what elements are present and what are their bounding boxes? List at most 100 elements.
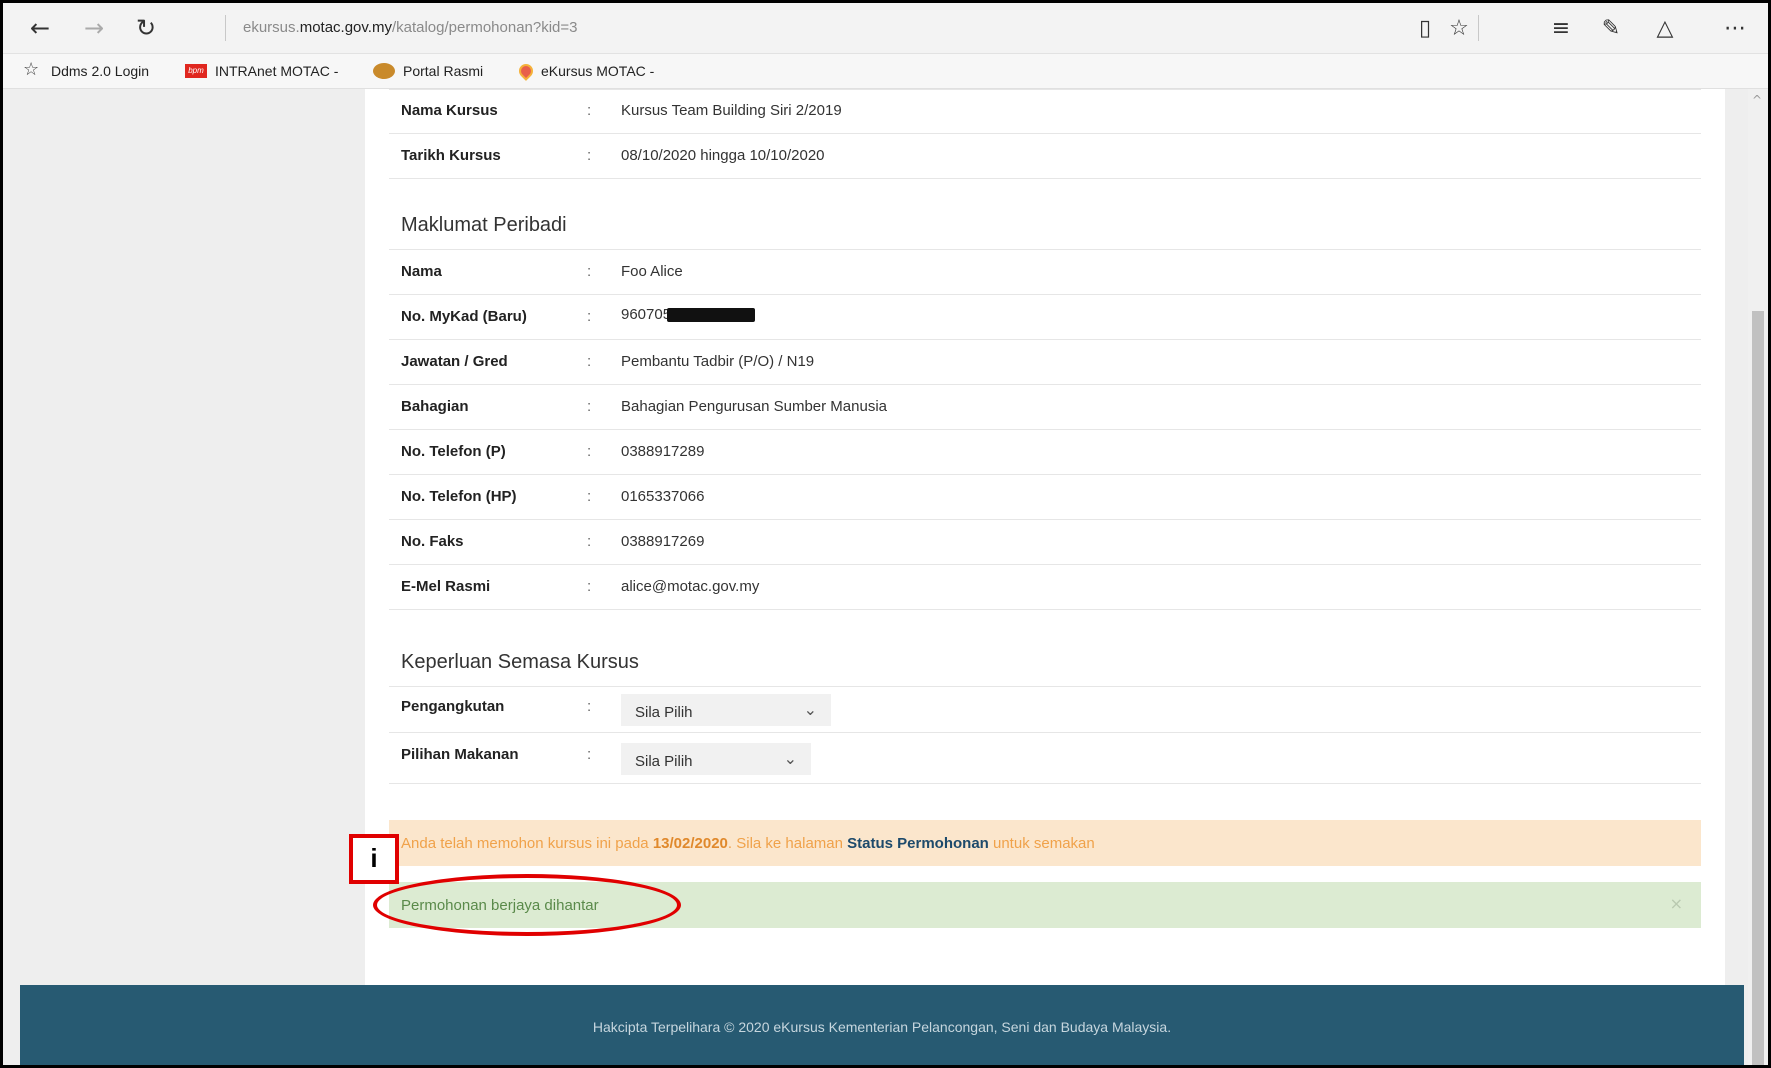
select-value: Sila Pilih bbox=[635, 704, 693, 721]
row-emel: E-Mel Rasmi : alice@motac.gov.my bbox=[389, 565, 1701, 610]
footer-copyright: Hakcipta Terpelihara © 2020 eKursus Keme… bbox=[592, 1019, 1172, 1035]
url-prefix: ekursus. bbox=[243, 19, 300, 36]
field-value: Kursus Team Building Siri 2/2019 bbox=[621, 102, 842, 119]
row-faks: No. Faks : 0388917269 bbox=[389, 520, 1701, 565]
share-icon[interactable]: △ bbox=[1649, 13, 1681, 43]
pengangkutan-select[interactable]: Sila Pilih ⌄ bbox=[621, 694, 831, 726]
back-arrow-icon[interactable]: ← bbox=[23, 12, 57, 44]
field-label: Pengangkutan bbox=[401, 698, 505, 715]
field-colon: : bbox=[587, 578, 592, 595]
status-permohonan-link[interactable]: Status Permohonan bbox=[847, 835, 989, 852]
field-value: Foo Alice bbox=[621, 263, 683, 280]
favorites-star-icon: ☆ bbox=[23, 59, 40, 80]
section-divider bbox=[389, 639, 1701, 687]
field-value: 0388917269 bbox=[621, 533, 705, 550]
warning-text: . Sila ke halaman bbox=[727, 835, 848, 852]
favorite-star-icon[interactable]: ☆ bbox=[1443, 13, 1475, 43]
field-label: No. Faks bbox=[401, 533, 464, 550]
browser-window: ← → ↻ ekursus.motac.gov.my/katalog/permo… bbox=[3, 3, 1768, 1065]
row-nama-kursus: Nama Kursus : Kursus Team Building Siri … bbox=[389, 89, 1701, 134]
favorite-portal-rasmi[interactable]: Portal Rasmi bbox=[373, 63, 483, 79]
favorite-label: Ddms 2.0 Login bbox=[51, 63, 150, 79]
favorites-bar: ☆ Ddms 2.0 Login bpm INTRAnet MOTAC - Po… bbox=[3, 54, 1768, 89]
field-label: Nama Kursus bbox=[401, 102, 498, 119]
field-value: Bahagian Pengurusan Sumber Manusia bbox=[621, 398, 888, 415]
field-colon: : bbox=[587, 308, 592, 325]
mykad-value: 960705 bbox=[621, 306, 756, 323]
row-tarikh-kursus: Tarikh Kursus : 08/10/2020 hingga 10/10/… bbox=[389, 134, 1701, 179]
scroll-up-icon[interactable]: ^ bbox=[1752, 93, 1762, 107]
application-date: 13/02/2020 bbox=[652, 835, 728, 852]
field-value: 08/10/2020 hingga 10/10/2020 bbox=[621, 147, 825, 164]
toolbar-divider bbox=[1478, 15, 1479, 41]
pilihan-makanan-select[interactable]: Sila Pilih ⌄ bbox=[621, 743, 811, 775]
bpm-logo-icon: bpm bbox=[185, 64, 207, 78]
chevron-down-icon: ⌄ bbox=[783, 749, 797, 768]
field-colon: : bbox=[587, 443, 592, 460]
field-colon: : bbox=[587, 353, 592, 370]
scroll-thumb[interactable] bbox=[1752, 311, 1764, 1065]
refresh-icon[interactable]: ↻ bbox=[129, 12, 163, 44]
select-value: Sila Pilih bbox=[635, 753, 693, 770]
field-colon: : bbox=[587, 102, 592, 119]
warning-alert: Anda telah memohon kursus ini pada 13/02… bbox=[389, 820, 1701, 866]
field-colon: : bbox=[587, 488, 592, 505]
field-colon: : bbox=[587, 746, 592, 763]
annotation-ellipse bbox=[373, 874, 681, 936]
field-label: No. Telefon (P) bbox=[401, 443, 506, 460]
field-label: Bahagian bbox=[401, 398, 469, 415]
web-note-icon[interactable]: ✎ bbox=[1595, 13, 1627, 43]
row-jawatan-gred: Jawatan / Gred : Pembantu Tadbir (P/O) /… bbox=[389, 340, 1701, 385]
reading-view-icon[interactable]: ▯ bbox=[1409, 13, 1441, 43]
more-icon[interactable]: ⋯ bbox=[1719, 13, 1751, 43]
field-label: No. Telefon (HP) bbox=[401, 488, 517, 505]
favorite-label: Portal Rasmi bbox=[403, 63, 484, 79]
chevron-down-icon: ⌄ bbox=[803, 700, 817, 719]
url-field[interactable]: ekursus.motac.gov.my/katalog/permohonan?… bbox=[243, 19, 578, 36]
warning-text: untuk semakan bbox=[988, 835, 1095, 852]
field-label: No. MyKad (Baru) bbox=[401, 308, 527, 325]
favorite-ekursus-motac[interactable]: eKursus MOTAC - bbox=[516, 61, 655, 81]
page-viewport: Nama Kursus : Kursus Team Building Siri … bbox=[3, 89, 1748, 1065]
field-colon: : bbox=[587, 263, 592, 280]
forward-arrow-icon[interactable]: → bbox=[77, 12, 111, 44]
field-label: Jawatan / Gred bbox=[401, 353, 508, 370]
row-pilihan-makanan: Pilihan Makanan : Sila Pilih ⌄ bbox=[389, 733, 1701, 784]
row-pengangkutan: Pengangkutan : Sila Pilih ⌄ bbox=[389, 687, 1701, 733]
favorite-label: INTRAnet MOTAC - bbox=[215, 63, 339, 79]
redaction-bar bbox=[667, 308, 756, 323]
row-mykad: No. MyKad (Baru) : 960705 bbox=[389, 295, 1701, 340]
vertical-scrollbar[interactable]: ^ bbox=[1748, 89, 1768, 1065]
section-divider bbox=[389, 203, 1701, 250]
field-value: 0388917289 bbox=[621, 443, 705, 460]
row-telefon-p: No. Telefon (P) : 0388917289 bbox=[389, 430, 1701, 475]
annotation-label-box: i bbox=[349, 834, 399, 884]
favorite-label: eKursus MOTAC - bbox=[541, 63, 655, 79]
warning-text: Anda telah memohon kursus ini pada bbox=[401, 835, 653, 852]
row-telefon-hp: No. Telefon (HP) : 0165337066 bbox=[389, 475, 1701, 520]
field-colon: : bbox=[587, 698, 592, 715]
url-domain: motac.gov.my bbox=[299, 19, 392, 36]
url-path: /katalog/permohonan?kid=3 bbox=[391, 19, 578, 36]
field-label: Nama bbox=[401, 263, 442, 280]
field-value: Pembantu Tadbir (P/O) / N19 bbox=[621, 353, 815, 370]
favorite-ddms-login[interactable]: Ddms 2.0 Login bbox=[51, 63, 149, 79]
favorite-intranet-motac[interactable]: bpm INTRAnet MOTAC - bbox=[185, 63, 338, 79]
close-icon[interactable]: × bbox=[1670, 894, 1683, 913]
field-label: E-Mel Rasmi bbox=[401, 578, 491, 595]
address-divider bbox=[225, 15, 226, 41]
field-value: 0165337066 bbox=[621, 488, 705, 505]
field-colon: : bbox=[587, 398, 592, 415]
field-label: Tarikh Kursus bbox=[401, 147, 501, 164]
hub-icon[interactable]: ≡ bbox=[1545, 13, 1577, 43]
field-colon: : bbox=[587, 533, 592, 550]
crest-icon bbox=[373, 63, 395, 79]
mykad-visible-digits: 960705 bbox=[621, 306, 672, 323]
location-pin-icon bbox=[516, 61, 536, 81]
field-label: Pilihan Makanan bbox=[401, 746, 519, 763]
row-bahagian: Bahagian : Bahagian Pengurusan Sumber Ma… bbox=[389, 385, 1701, 430]
field-colon: : bbox=[587, 147, 592, 164]
field-value: alice@motac.gov.my bbox=[621, 578, 760, 595]
page-footer: Hakcipta Terpelihara © 2020 eKursus Keme… bbox=[20, 985, 1744, 1065]
address-bar-row: ← → ↻ ekursus.motac.gov.my/katalog/permo… bbox=[3, 3, 1768, 54]
